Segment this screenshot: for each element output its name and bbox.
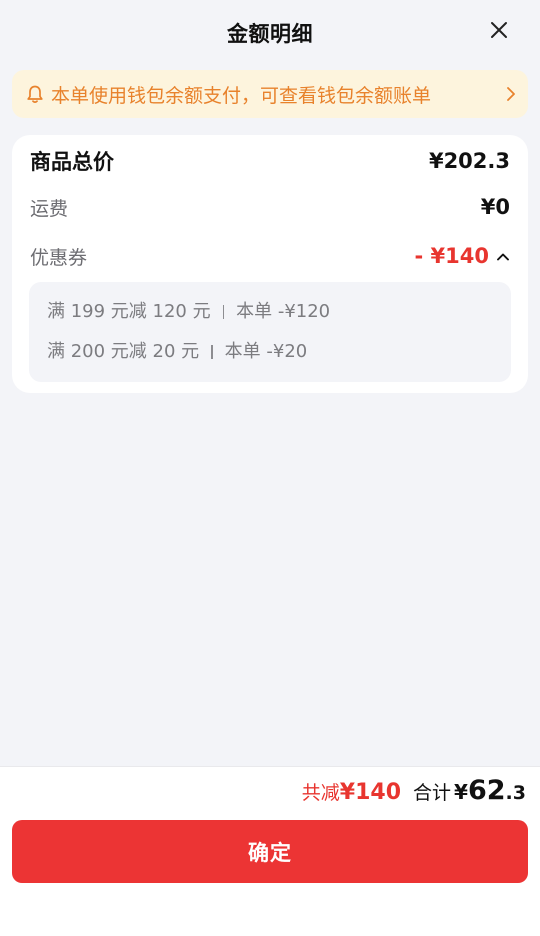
chevron-right-icon (507, 87, 515, 101)
coupon-collapse-toggle[interactable] (496, 252, 510, 261)
items-total-value: ¥202.3 (428, 149, 510, 173)
header: 金额明细 (0, 0, 540, 66)
divider (211, 345, 213, 359)
sheet-title: 金额明细 (227, 22, 313, 46)
wallet-notice-banner[interactable]: 本单使用钱包余额支付，可查看钱包余额账单 (12, 70, 528, 118)
total-currency: ¥ (454, 780, 468, 804)
shipping-label: 运费 (30, 197, 69, 220)
shipping-value: ¥0 (480, 195, 510, 219)
coupon-applied: 本单 -¥120 (236, 301, 331, 322)
total-integer: 62 (467, 775, 506, 806)
items-total-row: 商品总价 ¥202.3 (30, 145, 510, 177)
coupon-list: 满 199 元减 120 元 本单 -¥120 满 200 元减 20 元 本单… (29, 282, 511, 382)
close-icon (491, 22, 507, 38)
amount-detail-sheet: 金额明细 本单使用钱包余额支付，可查看钱包余额账单 商品总价 ¥202.3 运费… (0, 0, 540, 936)
price-detail-card: 商品总价 ¥202.3 运费 ¥0 优惠券 - ¥140 满 199 元减 12… (12, 135, 528, 393)
divider (222, 305, 225, 319)
chevron-up-icon (497, 253, 509, 260)
total-label: 合计 (413, 782, 452, 804)
coupon-rule: 满 199 元减 120 元 (47, 301, 211, 322)
coupon-value: - ¥140 (414, 244, 489, 268)
total-decimal: .3 (505, 782, 526, 804)
close-button[interactable] (488, 19, 510, 41)
coupon-item: 满 199 元减 120 元 本单 -¥120 (47, 296, 493, 328)
notice-text: 本单使用钱包余额支付，可查看钱包余额账单 (51, 84, 432, 107)
coupon-row[interactable]: 优惠券 - ¥140 (30, 240, 510, 272)
discount-label: 共减 (301, 782, 340, 804)
confirm-button[interactable]: 确定 (12, 820, 528, 883)
discount-value: ¥140 (339, 780, 402, 805)
bell-icon (27, 85, 43, 103)
footer-bar: 共减 ¥140 合计 ¥ 62 .3 确定 (0, 766, 540, 936)
coupon-value-group: - ¥140 (415, 244, 510, 268)
coupon-applied: 本单 -¥20 (224, 341, 308, 362)
shipping-row: 运费 ¥0 (30, 191, 510, 223)
items-total-label: 商品总价 (30, 150, 114, 174)
coupon-label: 优惠券 (30, 246, 88, 269)
price-summary: 共减 ¥140 合计 ¥ 62 .3 (302, 775, 526, 809)
coupon-item: 满 200 元减 20 元 本单 -¥20 (47, 336, 493, 368)
coupon-rule: 满 200 元减 20 元 (47, 341, 200, 362)
